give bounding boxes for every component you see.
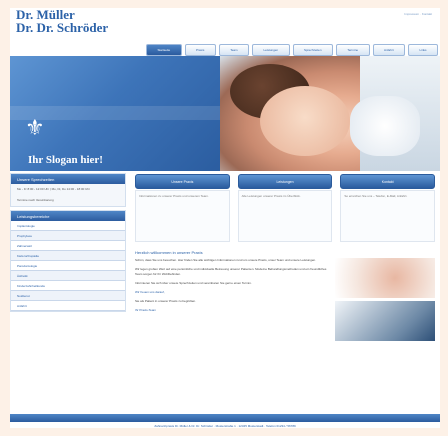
praxis-card: Informationen zu unserer Praxis und unse… — [135, 190, 230, 242]
footer-bar — [10, 414, 440, 422]
main-content: Unsere Praxis Leistungen Kontakt Informa… — [135, 174, 436, 414]
paragraph-1: Schön, dass Sie uns besuchen. Hier finde… — [135, 258, 317, 262]
kontakt-button[interactable]: Kontakt — [340, 174, 436, 189]
sidebar-item-kieferorthopaedie[interactable]: Kieferorthopädie — [11, 251, 125, 261]
nav-anfahrt[interactable]: Anfahrt — [372, 44, 406, 56]
opening-hours-text: Mo - Fr 8:00 - 12:00 Uhr | Mo, Di, Do 14… — [17, 187, 90, 191]
fleur-de-lis-icon: ⚜ — [25, 116, 45, 141]
opening-hours-heading: Unsere Sprechzeiten — [11, 174, 125, 184]
side-images — [335, 258, 435, 344]
services-nav-heading: Leistungsbereiche — [11, 211, 125, 221]
photo-glove — [350, 96, 420, 156]
nav-links[interactable]: Links — [408, 44, 438, 56]
opening-hours-box: Unsere Sprechzeiten Mo - Fr 8:00 - 12:00… — [10, 173, 126, 207]
nav-praxis[interactable]: Praxis — [184, 44, 216, 56]
welcome-text: Schön, dass Sie uns besuchen. Hier finde… — [135, 258, 329, 344]
left-sidebar: Unsere Sprechzeiten Mo - Fr 8:00 - 12:00… — [10, 173, 126, 413]
nav-termine[interactable]: Termine — [335, 44, 370, 56]
feature-buttons: Unsere Praxis Leistungen Kontakt — [135, 174, 436, 189]
welcome-content: Schön, dass Sie uns besuchen. Hier finde… — [135, 258, 435, 344]
sidebar-item-implantologie[interactable]: Implantologie — [11, 221, 125, 231]
kontakt-card: So erreichen Sie uns – Telefon, E-Mail, … — [340, 190, 436, 242]
sidebar-item-zahnersatz[interactable]: Zahnersatz — [11, 241, 125, 251]
practice-logo[interactable]: Dr. Müller Dr. Dr. Schröder — [16, 8, 108, 34]
appointment-note: Termine nach Vereinbarung — [17, 198, 54, 202]
feature-cards: Informationen zu unserer Praxis und unse… — [135, 190, 436, 242]
top-navigation: Startseite Praxis Team Leistungen Sprech… — [146, 44, 438, 56]
signoff-line: Sie als Patient in unserer Praxis zu beg… — [135, 299, 197, 303]
nav-home[interactable]: Startseite — [146, 44, 182, 56]
photo-face — [260, 86, 350, 156]
sidebar-item-prophylaxe[interactable]: Prophylaxe — [11, 231, 125, 241]
footer-text: Zahnarztpraxis Dr. Müller & Dr. Dr. Schr… — [154, 424, 296, 428]
hero-slogan: Ihr Slogan hier! — [28, 154, 103, 166]
nav-team[interactable]: Team — [218, 44, 249, 56]
sidebar-item-anfahrt[interactable]: Anfahrt — [11, 301, 125, 311]
page: Dr. Müller Dr. Dr. Schröder Impressum · … — [10, 8, 440, 428]
greeting-line: Wir freuen uns darauf, — [135, 290, 165, 294]
hero-photo — [220, 56, 440, 171]
logo-line-2: Dr. Dr. Schröder — [16, 20, 109, 35]
sidebar-item-notdienst[interactable]: Notdienst — [11, 291, 125, 301]
welcome-heading: Herzlich willkommen in unserer Praxis — [135, 250, 203, 255]
sidebar-item-parodontologie[interactable]: Parodontologie — [11, 261, 125, 271]
meta-links[interactable]: Impressum · Kontakt — [404, 12, 432, 16]
hero-banner: ⚜ Ihr Slogan hier! — [10, 56, 440, 171]
sidebar-item-aesthetik[interactable]: Ästhetik — [11, 271, 125, 281]
praxis-button[interactable]: Unsere Praxis — [135, 174, 230, 189]
leistungen-card: Alle Leistungen unserer Praxis im Überbl… — [237, 190, 333, 242]
paragraph-3: Informieren Sie sich über unsere Sprechz… — [135, 281, 252, 285]
dental-chair-image — [335, 301, 435, 341]
services-nav: Leistungsbereiche Implantologie Prophyla… — [10, 210, 126, 312]
dental-tools-image — [335, 258, 435, 298]
leistungen-button[interactable]: Leistungen — [237, 174, 333, 189]
sidebar-item-kinderzahnheilkunde[interactable]: Kinderzahnheilkunde — [11, 281, 125, 291]
team-signature: Ihr Praxis-Team — [135, 308, 157, 312]
nav-sprechzeiten[interactable]: Sprechzeiten — [292, 44, 333, 56]
nav-leistungen[interactable]: Leistungen — [252, 44, 290, 56]
paragraph-2: Wir legen großen Wert auf eine persönlic… — [135, 267, 327, 276]
